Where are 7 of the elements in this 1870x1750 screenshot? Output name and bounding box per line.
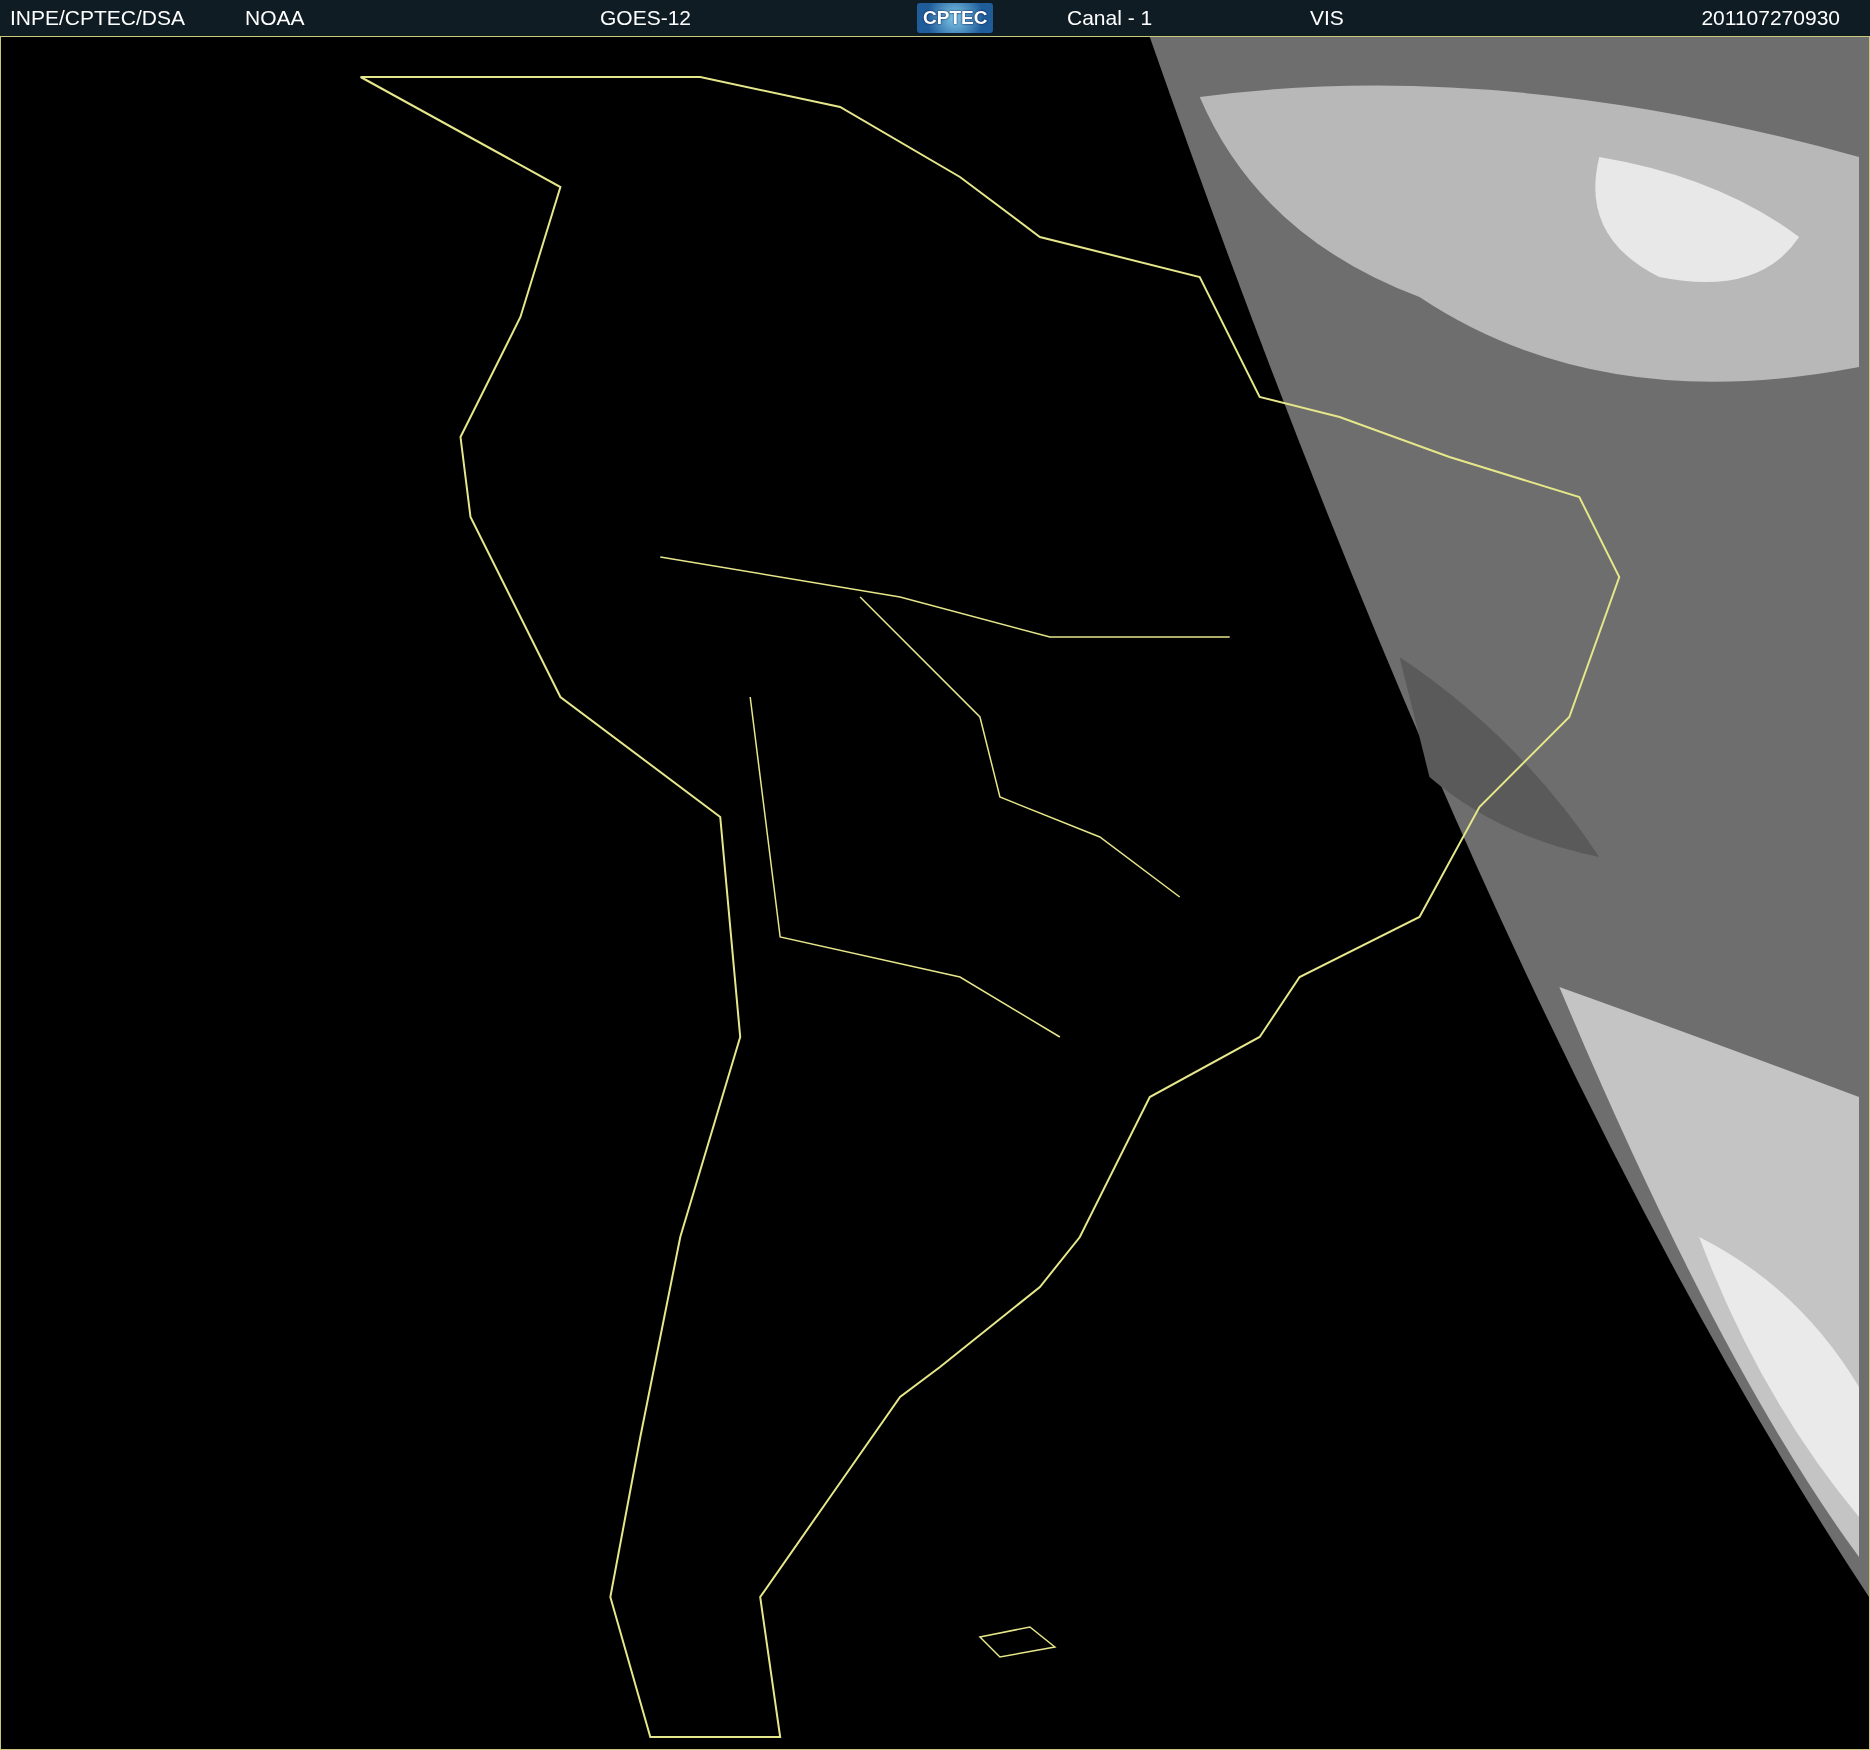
header-label: 201107270930 bbox=[1701, 6, 1840, 30]
header-label: INPE/CPTEC/DSA bbox=[10, 6, 186, 30]
header-label: GOES-12 bbox=[600, 6, 692, 30]
header-label: VIS bbox=[1310, 6, 1344, 30]
logo: CPTEC bbox=[917, 3, 994, 33]
header-label: NOAA bbox=[245, 6, 305, 30]
header-label: Canal - 1 bbox=[1067, 6, 1153, 30]
